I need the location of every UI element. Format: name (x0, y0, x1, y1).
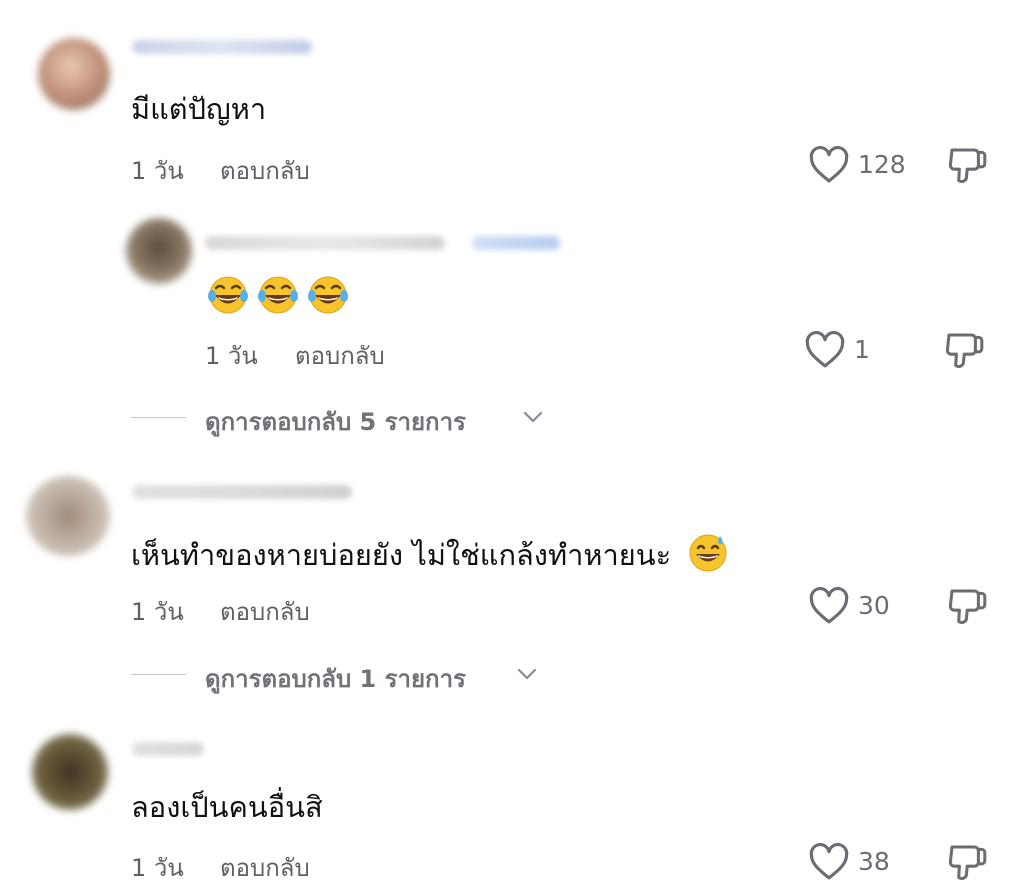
grin-sweat-emoji (688, 533, 728, 581)
heart-icon[interactable] (809, 146, 849, 184)
avatar[interactable] (38, 38, 110, 110)
username[interactable] (132, 40, 312, 54)
thumbs-down-icon[interactable] (947, 146, 989, 186)
reply-emoji-row (206, 274, 356, 320)
username[interactable] (132, 485, 352, 499)
comment-text: ลองเป็นคนอื่นสิ (131, 790, 323, 824)
laugh-cry-emoji (308, 276, 348, 314)
heart-icon[interactable] (805, 331, 845, 369)
comment-time: 1 วัน (205, 342, 258, 370)
thumbs-down-icon[interactable] (944, 331, 986, 371)
comment-text-content: เห็นทำของหายบ่อยยัง ไม่ใช่แกล้งทำหายนะ (131, 538, 672, 572)
like-count: 38 (858, 847, 890, 876)
reply-button[interactable]: ตอบกลับ (220, 592, 310, 631)
comment-time: 1 วัน (131, 854, 184, 882)
like-count: 1 (854, 335, 870, 364)
reply-button[interactable]: ตอบกลับ (220, 848, 310, 887)
like-count: 30 (858, 591, 890, 620)
username[interactable] (205, 236, 445, 250)
laugh-cry-emoji (258, 276, 298, 314)
username[interactable] (132, 742, 204, 756)
comment-time: 1 วัน (131, 598, 184, 626)
heart-icon[interactable] (809, 587, 849, 625)
chevron-down-icon[interactable] (522, 409, 544, 425)
like-count: 128 (858, 150, 906, 179)
heart-icon[interactable] (809, 843, 849, 881)
comment-text: เห็นทำของหายบ่อยยัง ไม่ใช่แกล้งทำหายนะ (131, 533, 728, 581)
reply-button[interactable]: ตอบกลับ (220, 151, 310, 190)
chevron-down-icon[interactable] (516, 666, 538, 682)
divider (131, 417, 186, 418)
avatar[interactable] (126, 218, 192, 284)
reply-button[interactable]: ตอบกลับ (295, 336, 385, 375)
laugh-cry-emoji (208, 276, 248, 314)
view-replies-label[interactable]: ดูการตอบกลับ 5 รายการ (205, 402, 466, 441)
thumbs-down-icon[interactable] (947, 587, 989, 627)
creator-badge (472, 236, 560, 250)
comment-text: มีแต่ปัญหา (131, 92, 267, 126)
avatar[interactable] (32, 734, 108, 810)
thumbs-down-icon[interactable] (947, 843, 989, 883)
view-replies-label[interactable]: ดูการตอบกลับ 1 รายการ (205, 659, 466, 698)
avatar[interactable] (26, 476, 110, 556)
divider (131, 674, 186, 675)
comment-time: 1 วัน (131, 157, 184, 185)
